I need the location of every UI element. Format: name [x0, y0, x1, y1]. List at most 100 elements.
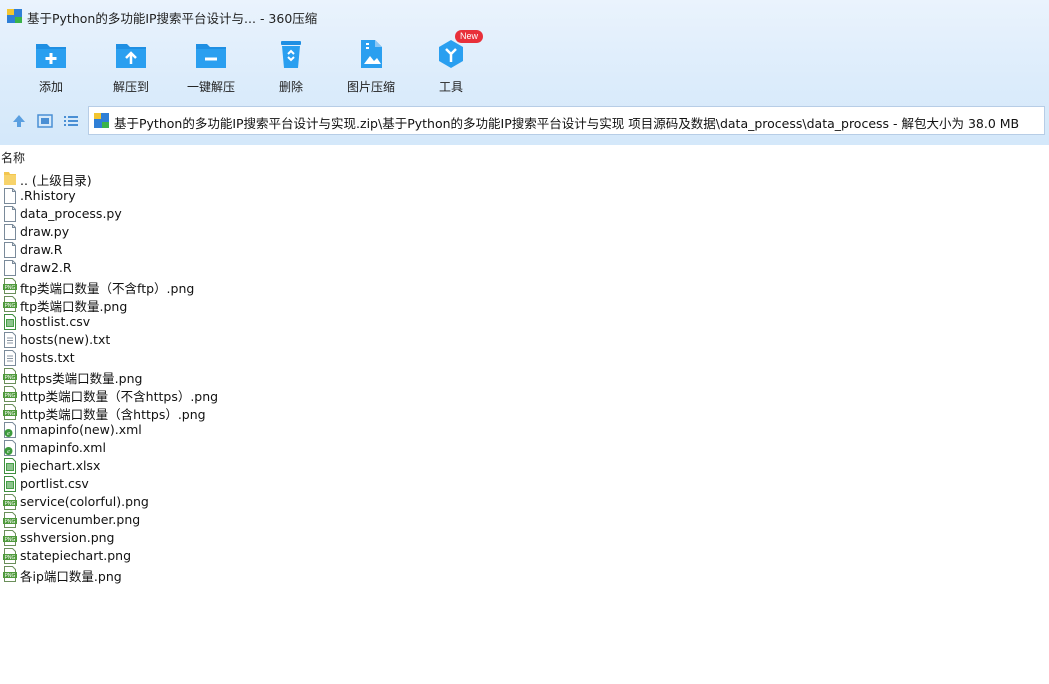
file-row[interactable]: PNG statepiechart.png — [0, 547, 400, 565]
file-name: hosts.txt — [20, 350, 75, 365]
one-click-extract-icon — [196, 44, 226, 68]
toolbar: 添加 解压到 一键解压 删除 图片压缩 New 工具 — [0, 30, 600, 100]
tools-label: 工具 — [438, 80, 463, 94]
file-row[interactable]: e nmapinfo(new).xml — [0, 421, 400, 439]
archive-icon — [94, 113, 109, 128]
file-row[interactable]: hosts(new).txt — [0, 331, 400, 349]
xml-file-icon: e — [3, 440, 17, 456]
image-compress-label: 图片压缩 — [346, 80, 395, 94]
blank-file-icon — [3, 260, 17, 276]
delete-label: 删除 — [278, 80, 303, 94]
delete-button[interactable]: 删除 — [251, 36, 331, 95]
file-name: draw.R — [20, 242, 63, 257]
png-file-icon: PNG — [3, 278, 17, 294]
xml-file-icon: e — [3, 422, 17, 438]
png-file-icon: PNG — [3, 548, 17, 564]
file-row[interactable]: portlist.csv — [0, 475, 400, 493]
blank-file-icon — [3, 224, 17, 240]
image-compress-button[interactable]: 图片压缩 — [331, 36, 411, 95]
file-row[interactable]: data_process.py — [0, 205, 400, 223]
navigation-row: 基于Python的多功能IP搜索平台设计与实现.zip\基于Python的多功能… — [0, 106, 1049, 136]
column-name-header[interactable]: 名称 — [1, 149, 25, 166]
thumbnail-view-icon[interactable] — [36, 112, 54, 130]
recycle-bin-icon — [281, 41, 301, 68]
csv-file-icon — [3, 314, 17, 330]
file-row[interactable]: PNG http类端口数量（含https）.png — [0, 403, 400, 422]
png-file-icon: PNG — [3, 530, 17, 546]
top-panel: 基于Python的多功能IP搜索平台设计与... - 360压缩 添加 解压到 … — [0, 0, 1049, 145]
up-arrow-icon[interactable] — [10, 112, 28, 130]
blank-file-icon — [3, 242, 17, 258]
new-badge: New — [455, 30, 484, 43]
file-name: nmapinfo.xml — [20, 440, 106, 455]
svg-text:PNG: PNG — [5, 519, 16, 525]
file-name: .Rhistory — [20, 188, 76, 203]
png-file-icon: PNG — [3, 512, 17, 528]
folder-icon — [3, 170, 17, 186]
image-compress-icon — [361, 40, 382, 68]
file-row[interactable]: draw.py — [0, 223, 400, 241]
file-list: .. (上级目录) .Rhistory data_process.py draw.py… — [0, 169, 400, 584]
svg-text:PNG: PNG — [5, 303, 16, 309]
archive-icon — [7, 9, 22, 23]
file-row[interactable]: PNG ftp类端口数量（不含ftp）.png — [0, 277, 400, 296]
txt-file-icon — [3, 332, 17, 348]
address-path: 基于Python的多功能IP搜索平台设计与实现.zip\基于Python的多功能… — [114, 116, 1020, 131]
extract-to-button[interactable]: 解压到 — [91, 36, 171, 95]
svg-text:e: e — [7, 449, 10, 455]
file-row[interactable]: hosts.txt — [0, 349, 400, 367]
file-row[interactable]: e nmapinfo.xml — [0, 439, 400, 457]
file-name: servicenumber.png — [20, 512, 141, 527]
add-label: 添加 — [38, 80, 63, 94]
csv-file-icon — [3, 476, 17, 492]
svg-text:PNG: PNG — [5, 375, 16, 381]
file-name: hosts(new).txt — [20, 332, 111, 347]
file-row[interactable]: PNG http类端口数量（不含https）.png — [0, 385, 400, 404]
blank-file-icon — [3, 206, 17, 222]
png-file-icon: PNG — [3, 368, 17, 384]
extract-to-icon — [116, 44, 146, 68]
one-click-extract-button[interactable]: 一键解压 — [171, 36, 251, 95]
add-folder-icon — [36, 44, 66, 68]
svg-text:e: e — [7, 431, 10, 437]
file-row[interactable]: PNG https类端口数量.png — [0, 367, 400, 386]
tools-button[interactable]: New 工具 — [411, 30, 491, 95]
file-row[interactable]: PNG sshversion.png — [0, 529, 400, 547]
file-row[interactable]: draw2.R — [0, 259, 400, 277]
file-name: portlist.csv — [20, 476, 89, 491]
address-bar[interactable]: 基于Python的多功能IP搜索平台设计与实现.zip\基于Python的多功能… — [88, 106, 1045, 135]
file-row[interactable]: draw.R — [0, 241, 400, 259]
one-click-extract-label: 一键解压 — [186, 80, 235, 94]
png-file-icon: PNG — [3, 404, 17, 420]
file-name: data_process.py — [20, 206, 122, 221]
svg-text:PNG: PNG — [5, 285, 16, 291]
file-row[interactable]: PNG 各ip端口数量.png — [0, 565, 400, 584]
blank-file-icon — [3, 188, 17, 204]
file-name: 各ip端口数量.png — [20, 569, 122, 584]
svg-text:PNG: PNG — [5, 537, 16, 543]
file-row[interactable]: PNG servicenumber.png — [0, 511, 400, 529]
file-name: service(colorful).png — [20, 494, 149, 509]
svg-text:PNG: PNG — [5, 393, 16, 399]
list-view-icon[interactable] — [62, 112, 80, 130]
file-row[interactable]: PNG ftp类端口数量.png — [0, 295, 400, 314]
file-row[interactable]: hostlist.csv — [0, 313, 400, 331]
png-file-icon: PNG — [3, 296, 17, 312]
png-file-icon: PNG — [3, 494, 17, 510]
file-row[interactable]: .Rhistory — [0, 187, 400, 205]
file-row[interactable]: piechart.xlsx — [0, 457, 400, 475]
file-name: statepiechart.png — [20, 548, 132, 563]
csv-file-icon — [3, 458, 17, 474]
file-name: nmapinfo(new).xml — [20, 422, 142, 437]
svg-text:PNG: PNG — [5, 555, 16, 561]
title-bar: 基于Python的多功能IP搜索平台设计与... - 360压缩 — [0, 0, 1049, 32]
column-header[interactable]: 名称 — [0, 145, 1049, 167]
file-row[interactable]: .. (上级目录) — [0, 169, 400, 188]
file-row[interactable]: PNG service(colorful).png — [0, 493, 400, 511]
svg-text:PNG: PNG — [5, 501, 16, 507]
file-name: draw.py — [20, 224, 70, 239]
file-name: sshversion.png — [20, 530, 115, 545]
add-button[interactable]: 添加 — [11, 36, 91, 95]
svg-text:PNG: PNG — [5, 411, 16, 417]
window-title: 基于Python的多功能IP搜索平台设计与... - 360压缩 — [27, 11, 318, 26]
